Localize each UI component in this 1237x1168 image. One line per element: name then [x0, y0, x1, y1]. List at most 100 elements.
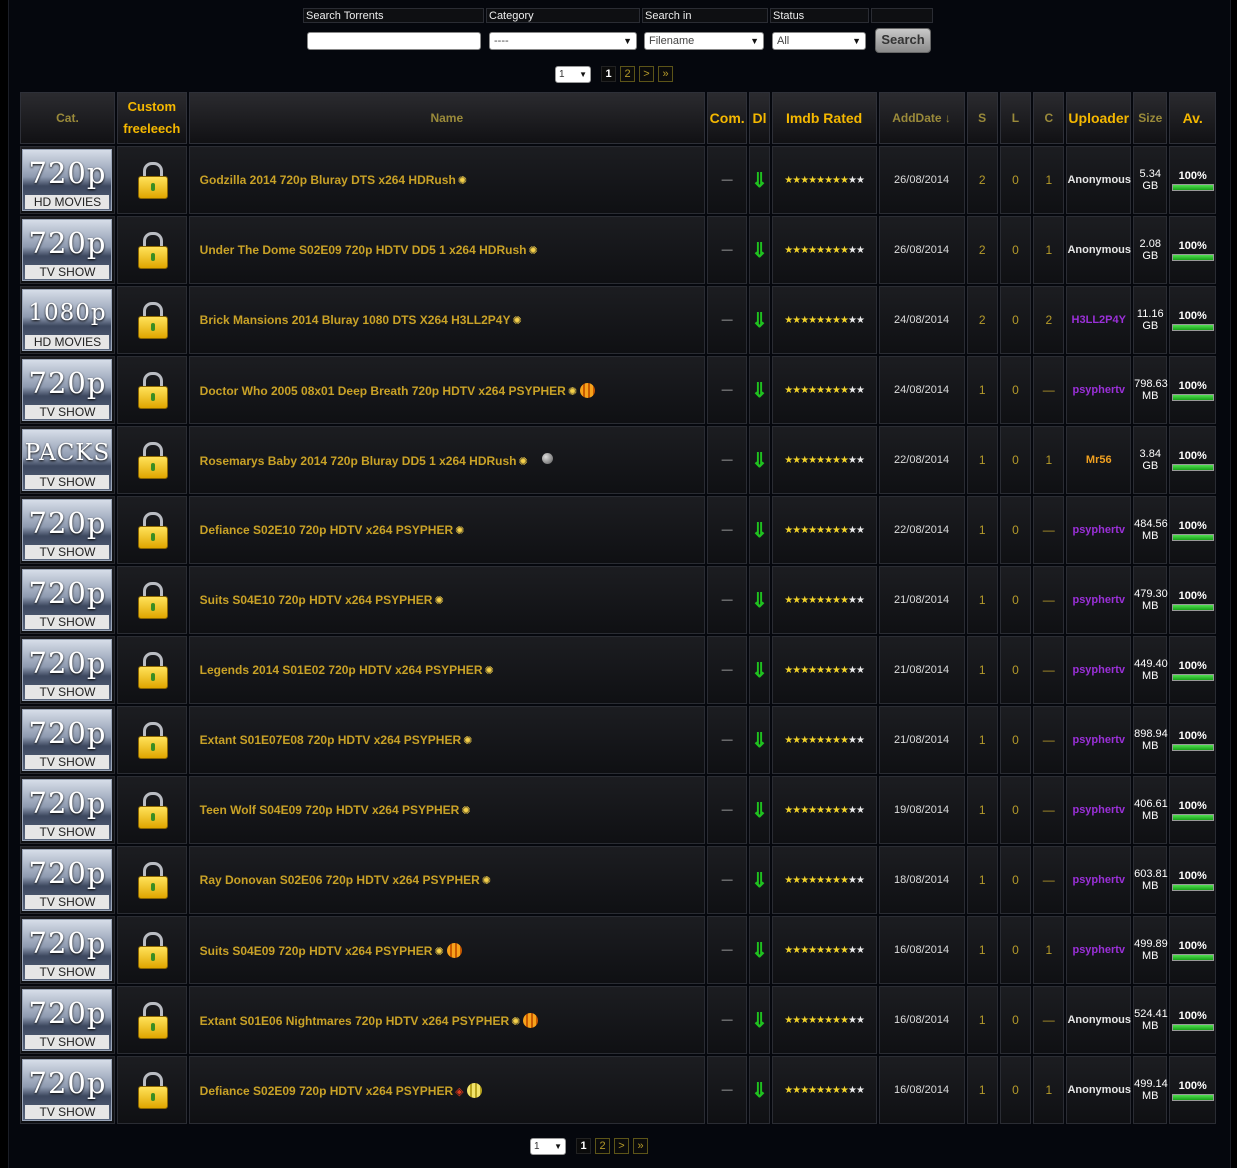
status-select[interactable]: All ▼	[772, 32, 866, 50]
uploader-cell[interactable]: Anonymous	[1066, 146, 1132, 214]
download-cell[interactable]: ⇓	[749, 496, 770, 564]
download-cell[interactable]: ⇓	[749, 146, 770, 214]
comments-cell[interactable]: —	[706, 846, 748, 914]
torrent-name-link[interactable]: Defiance S02E09 720p HDTV x264 PSYPHER	[200, 1084, 453, 1098]
leechers-cell[interactable]: 0	[999, 216, 1032, 284]
col-custom-freeleech[interactable]: Custom freeleech	[116, 92, 187, 144]
download-arrow-icon[interactable]: ⇓	[751, 520, 768, 542]
torrent-name-link[interactable]: Extant S01E07E08 720p HDTV x264 PSYPHER	[200, 733, 461, 747]
seeders-cell[interactable]: 1	[966, 706, 998, 774]
download-arrow-icon[interactable]: ⇓	[751, 310, 768, 332]
category-cell[interactable]: 720p TV SHOW	[20, 566, 115, 634]
category-image[interactable]: 720p TV SHOW	[22, 219, 113, 281]
comments-cell[interactable]: —	[706, 566, 748, 634]
leechers-cell[interactable]: 0	[999, 566, 1032, 634]
last-page-link[interactable]: »	[633, 1138, 648, 1154]
download-cell[interactable]: ⇓	[749, 566, 770, 634]
comments-cell[interactable]: —	[706, 986, 748, 1054]
category-image[interactable]: 720p TV SHOW	[22, 919, 113, 981]
torrent-name-link[interactable]: Doctor Who 2005 08x01 Deep Breath 720p H…	[200, 384, 566, 398]
torrent-name-link[interactable]: Suits S04E09 720p HDTV x264 PSYPHER	[200, 944, 433, 958]
download-cell[interactable]: ⇓	[749, 846, 770, 914]
completed-cell[interactable]: 1	[1033, 1056, 1065, 1124]
category-cell[interactable]: 720p HD MOVIES	[20, 146, 115, 214]
uploader-cell[interactable]: psyphertv	[1066, 566, 1132, 634]
download-cell[interactable]: ⇓	[749, 1056, 770, 1124]
download-arrow-icon[interactable]: ⇓	[751, 660, 768, 682]
download-cell[interactable]: ⇓	[749, 636, 770, 704]
comments-cell[interactable]: —	[706, 916, 748, 984]
page-link-1[interactable]: 1	[576, 1138, 591, 1154]
uploader-name[interactable]: psyphertv	[1072, 384, 1125, 396]
category-select[interactable]: ---- ▼	[489, 32, 637, 50]
category-cell[interactable]: 720p TV SHOW	[20, 1056, 115, 1124]
uploader-name[interactable]: H3LL2P4Y	[1072, 314, 1126, 326]
leechers-cell[interactable]: 0	[999, 846, 1032, 914]
uploader-cell[interactable]: psyphertv	[1066, 706, 1132, 774]
category-cell[interactable]: 720p TV SHOW	[20, 776, 115, 844]
uploader-cell[interactable]: psyphertv	[1066, 916, 1132, 984]
download-cell[interactable]: ⇓	[749, 356, 770, 424]
comments-cell[interactable]: —	[706, 706, 748, 774]
leechers-cell[interactable]: 0	[999, 146, 1032, 214]
category-image[interactable]: 720p TV SHOW	[22, 779, 113, 841]
page-select[interactable]: 1 ▼	[555, 65, 591, 83]
category-cell[interactable]: 720p TV SHOW	[20, 846, 115, 914]
download-arrow-icon[interactable]: ⇓	[751, 380, 768, 402]
search-input[interactable]	[307, 32, 481, 50]
download-cell[interactable]: ⇓	[749, 426, 770, 494]
download-cell[interactable]: ⇓	[749, 216, 770, 284]
torrent-name-link[interactable]: Legends 2014 S01E02 720p HDTV x264 PSYPH…	[200, 663, 483, 677]
category-image[interactable]: 720p TV SHOW	[22, 989, 113, 1051]
next-page-link[interactable]: >	[614, 1138, 629, 1154]
category-cell[interactable]: 720p TV SHOW	[20, 496, 115, 564]
uploader-cell[interactable]: Anonymous	[1066, 986, 1132, 1054]
seeders-cell[interactable]: 1	[966, 846, 998, 914]
col-availability[interactable]: Av.	[1169, 92, 1216, 144]
leechers-cell[interactable]: 0	[999, 496, 1032, 564]
download-cell[interactable]: ⇓	[749, 286, 770, 354]
last-page-link[interactable]: »	[658, 66, 673, 82]
download-arrow-icon[interactable]: ⇓	[751, 240, 768, 262]
torrent-name-link[interactable]: Rosemarys Baby 2014 720p Bluray DD5 1 x2…	[200, 454, 517, 468]
completed-cell[interactable]: —	[1033, 776, 1065, 844]
seeders-cell[interactable]: 1	[966, 776, 998, 844]
torrent-name-link[interactable]: Teen Wolf S04E09 720p HDTV x264 PSYPHER	[200, 803, 460, 817]
uploader-name[interactable]: Mr56	[1086, 454, 1112, 466]
page-link-1[interactable]: 1	[601, 66, 616, 82]
search-in-select[interactable]: Filename ▼	[644, 32, 764, 50]
download-arrow-icon[interactable]: ⇓	[751, 450, 768, 472]
leechers-cell[interactable]: 0	[999, 986, 1032, 1054]
completed-cell[interactable]: 2	[1033, 286, 1065, 354]
torrent-name-link[interactable]: Ray Donovan S02E06 720p HDTV x264 PSYPHE…	[200, 873, 480, 887]
category-image[interactable]: PACKS TV SHOW	[22, 429, 113, 491]
torrent-name-link[interactable]: Extant S01E06 Nightmares 720p HDTV x264 …	[200, 1014, 509, 1028]
col-imdb-rated[interactable]: Imdb Rated	[771, 92, 877, 144]
col-name[interactable]: Name	[188, 92, 705, 144]
seeders-cell[interactable]: 1	[966, 986, 998, 1054]
page-select[interactable]: 1 ▼	[530, 1137, 566, 1155]
uploader-name[interactable]: psyphertv	[1072, 874, 1125, 886]
download-arrow-icon[interactable]: ⇓	[751, 590, 768, 612]
comments-cell[interactable]: —	[706, 776, 748, 844]
download-cell[interactable]: ⇓	[749, 986, 770, 1054]
col-adddate[interactable]: AddDate ↓	[878, 92, 965, 144]
uploader-cell[interactable]: Anonymous	[1066, 1056, 1132, 1124]
comments-cell[interactable]: —	[706, 426, 748, 494]
download-arrow-icon[interactable]: ⇓	[751, 870, 768, 892]
col-seeders[interactable]: S	[966, 92, 998, 144]
seeders-cell[interactable]: 1	[966, 916, 998, 984]
torrent-name-link[interactable]: Godzilla 2014 720p Bluray DTS x264 HDRus…	[200, 173, 456, 187]
download-cell[interactable]: ⇓	[749, 916, 770, 984]
completed-cell[interactable]: —	[1033, 496, 1065, 564]
uploader-cell[interactable]: psyphertv	[1066, 776, 1132, 844]
category-cell[interactable]: 720p TV SHOW	[20, 916, 115, 984]
seeders-cell[interactable]: 1	[966, 1056, 998, 1124]
seeders-cell[interactable]: 1	[966, 496, 998, 564]
uploader-name[interactable]: Anonymous	[1067, 174, 1131, 186]
seeders-cell[interactable]: 2	[966, 146, 998, 214]
uploader-cell[interactable]: Anonymous	[1066, 216, 1132, 284]
download-cell[interactable]: ⇓	[749, 776, 770, 844]
page-link-2[interactable]: 2	[620, 66, 635, 82]
page-link-2[interactable]: 2	[595, 1138, 610, 1154]
